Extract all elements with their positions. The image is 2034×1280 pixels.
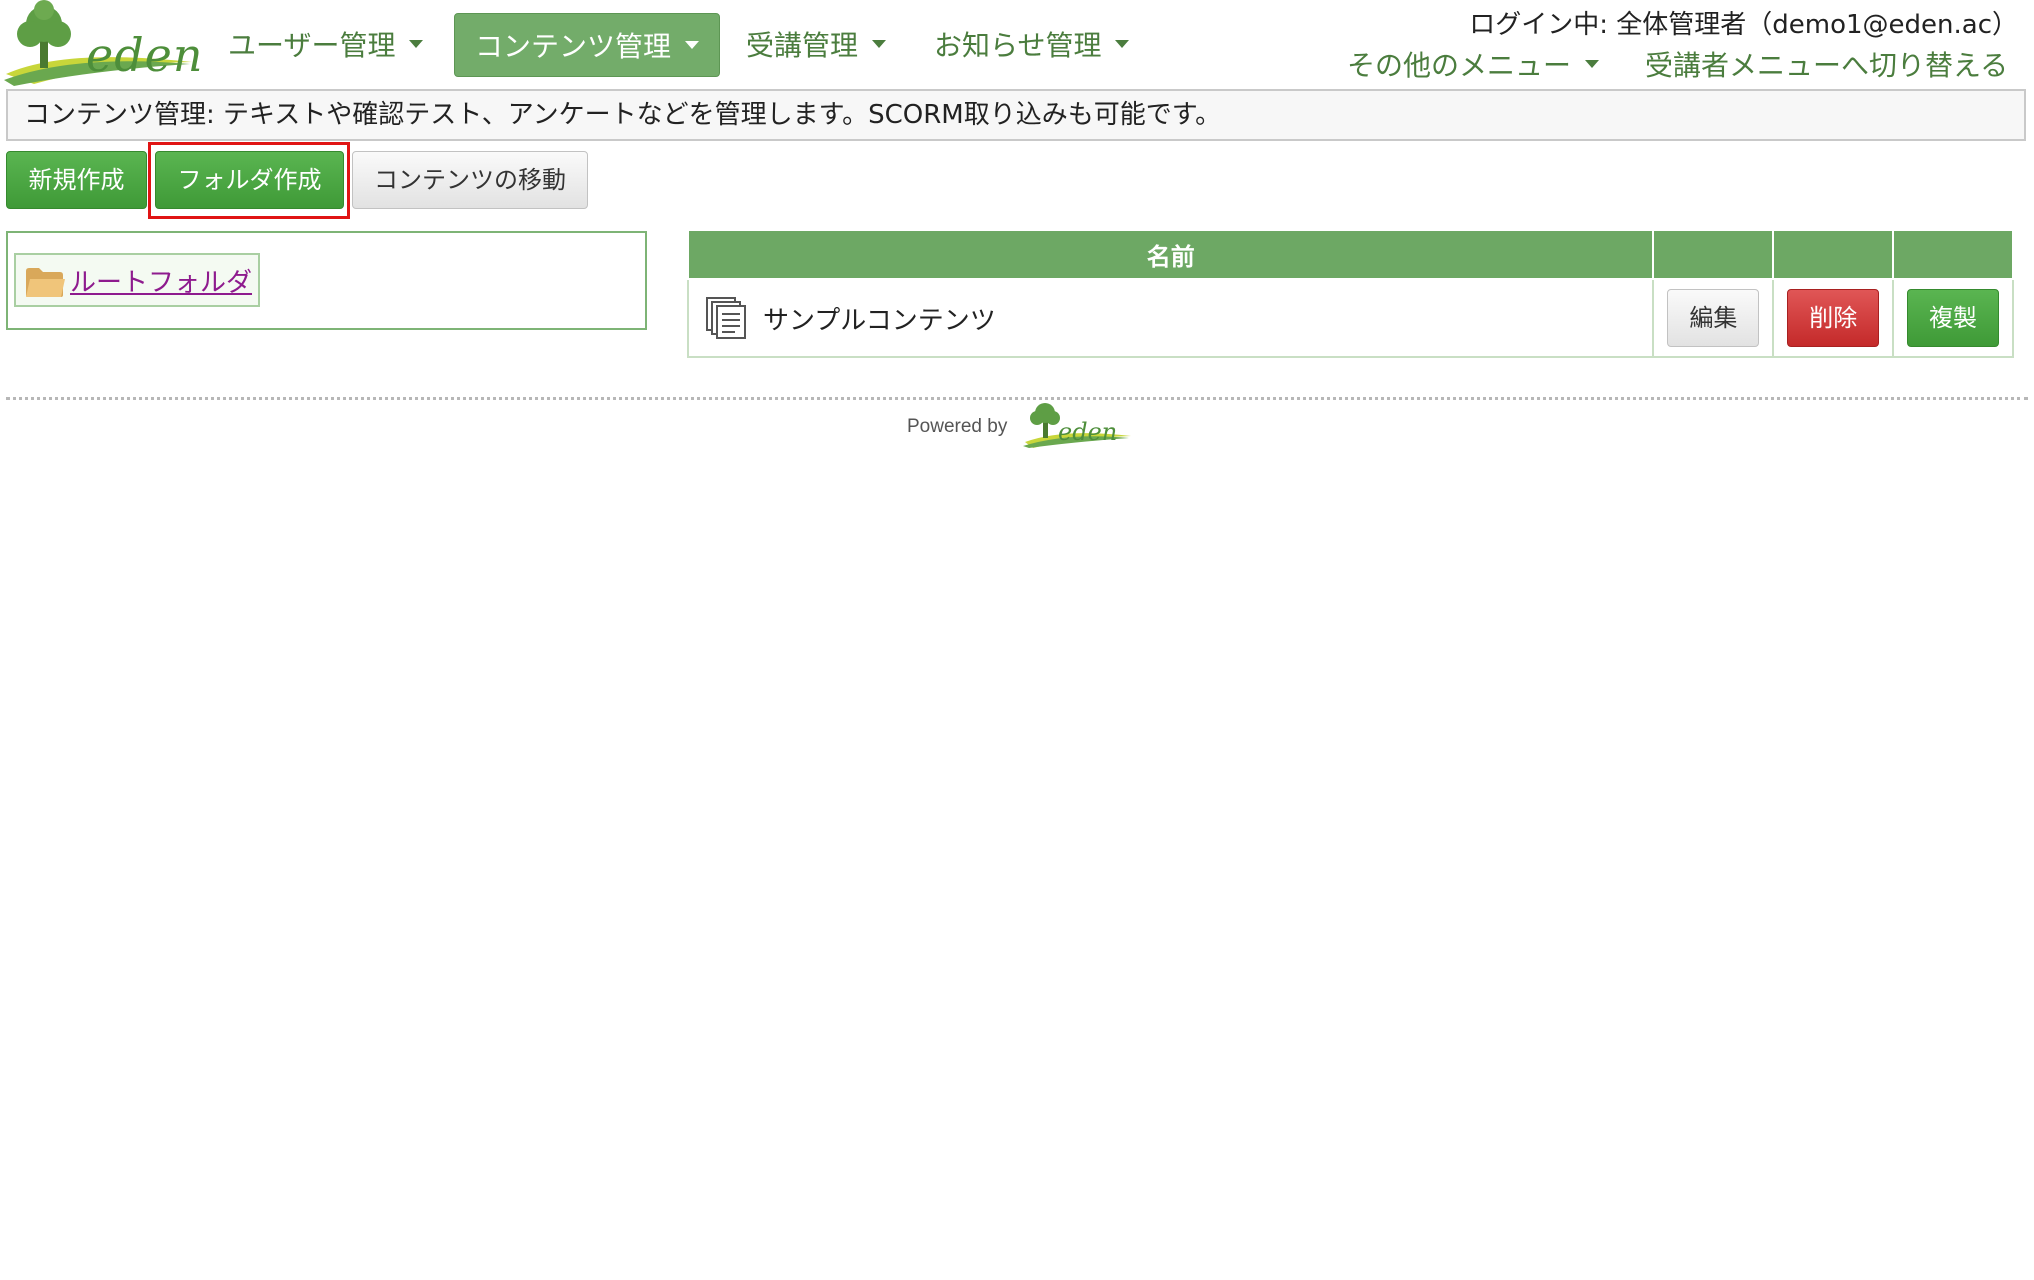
switch-to-learner-link[interactable]: 受講者メニューへ切り替える bbox=[1645, 44, 2008, 84]
powered-by-badge: Powered by eden bbox=[905, 398, 1145, 448]
nav-course-management[interactable]: 受講管理 bbox=[746, 13, 887, 75]
footer-logo-wordmark: eden bbox=[1058, 418, 1118, 446]
edit-cell: 編集 bbox=[1652, 278, 1775, 358]
table-header-row: 名前 bbox=[686, 231, 2014, 280]
other-menu-label: その他のメニュー bbox=[1347, 49, 1572, 82]
content-name[interactable]: サンプルコンテンツ bbox=[763, 300, 996, 337]
edit-button[interactable]: 編集 bbox=[1667, 289, 1760, 347]
nav-content-management[interactable]: コンテンツ管理 bbox=[454, 13, 721, 77]
nav-user-management-label: ユーザー管理 bbox=[228, 29, 396, 62]
nav-notice-management-label: お知らせ管理 bbox=[934, 29, 1102, 62]
move-content-button[interactable]: コンテンツの移動 bbox=[352, 151, 588, 209]
highlight-box bbox=[148, 142, 350, 219]
logo-wordmark: eden bbox=[86, 28, 204, 82]
delete-cell: 削除 bbox=[1772, 278, 1895, 358]
table-row: サンプルコンテンツ 編集 削除 複製 bbox=[686, 278, 2014, 358]
caret-down-icon bbox=[1585, 60, 1600, 68]
nav-user-management[interactable]: ユーザー管理 bbox=[228, 13, 424, 75]
root-folder-label: ルートフォルダ bbox=[70, 267, 253, 298]
root-folder-item[interactable]: ルートフォルダ bbox=[14, 253, 261, 307]
copy-cell: 複製 bbox=[1892, 278, 2014, 358]
column-header-copy bbox=[1892, 231, 2014, 280]
nav-course-management-label: 受講管理 bbox=[746, 29, 859, 62]
delete-button[interactable]: 削除 bbox=[1787, 289, 1880, 347]
copy-button[interactable]: 複製 bbox=[1907, 289, 2000, 347]
caret-down-icon bbox=[872, 40, 887, 48]
content-table: 名前 サンプルコンテンツ 編集 削除 複製 bbox=[686, 231, 2014, 358]
eden-logo[interactable]: eden bbox=[4, 0, 203, 86]
login-status: ログイン中: 全体管理者（demo1@eden.ac） bbox=[1469, 10, 2018, 40]
page-description: コンテンツ管理: テキストや確認テスト、アンケートなどを管理します。SCORM取… bbox=[6, 89, 2026, 141]
column-header-name: 名前 bbox=[686, 231, 1655, 280]
powered-by-text: Powered by bbox=[907, 416, 1008, 437]
document-stack-icon bbox=[706, 297, 746, 339]
caret-down-icon bbox=[685, 41, 700, 49]
content-name-cell: サンプルコンテンツ bbox=[686, 278, 1655, 358]
caret-down-icon bbox=[409, 40, 424, 48]
folder-icon bbox=[26, 268, 65, 297]
nav-notice-management[interactable]: お知らせ管理 bbox=[934, 13, 1130, 75]
caret-down-icon bbox=[1115, 40, 1130, 48]
column-header-edit bbox=[1652, 231, 1775, 280]
other-menu-dropdown[interactable]: その他のメニュー bbox=[1347, 44, 1600, 84]
nav-content-management-label: コンテンツ管理 bbox=[475, 30, 672, 63]
column-header-delete bbox=[1772, 231, 1895, 280]
new-content-button[interactable]: 新規作成 bbox=[6, 151, 147, 209]
folder-tree-panel: ルートフォルダ bbox=[6, 231, 647, 330]
